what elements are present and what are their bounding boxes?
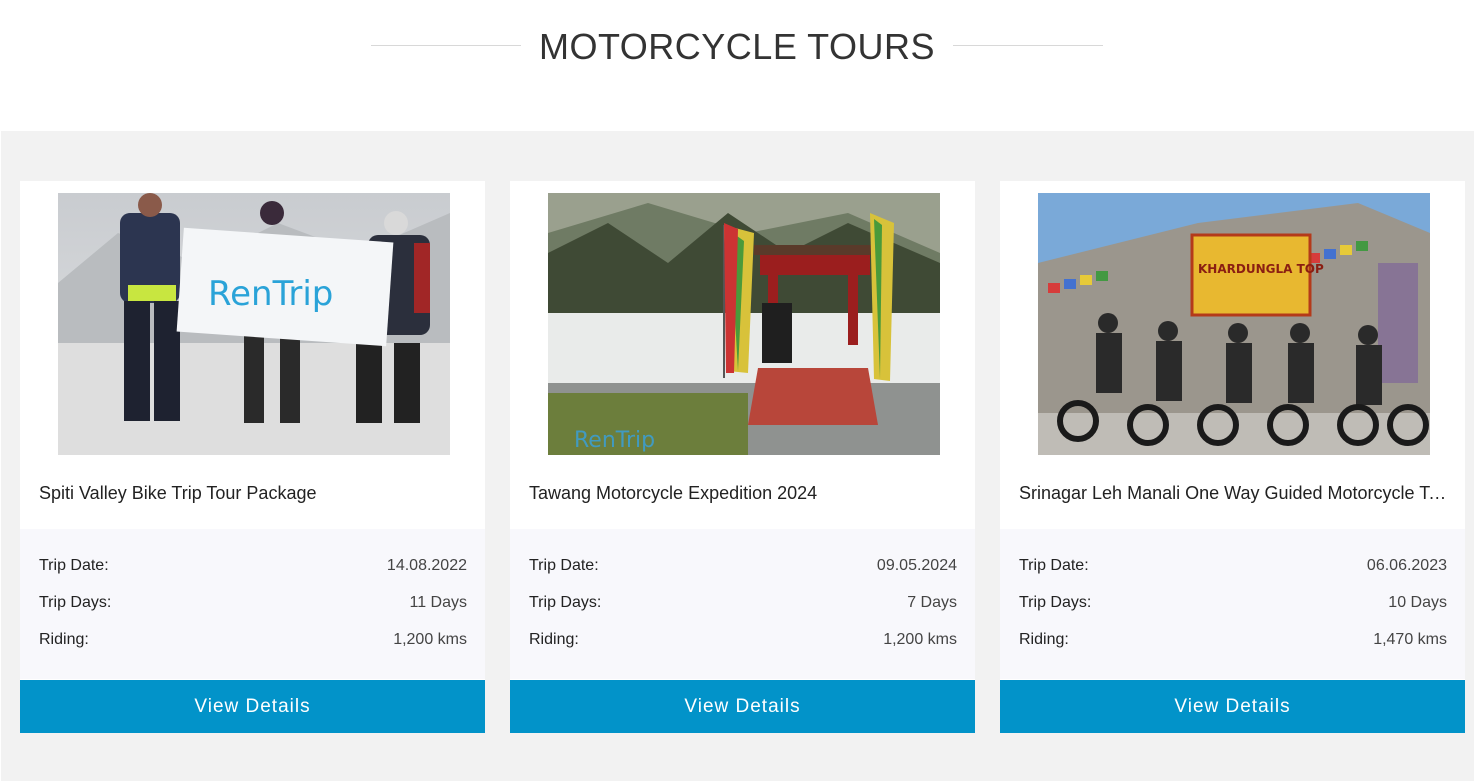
tour-info: Trip Date: 09.05.2024 Trip Days: 7 Days … <box>510 529 975 679</box>
riding-row: Riding: 1,200 kms <box>39 631 467 649</box>
riding-value: 1,200 kms <box>393 631 467 648</box>
tours-grid: RenTrip Spiti Valley Bike Trip Tour Pack… <box>1 131 1474 781</box>
riding-value: 1,200 kms <box>883 631 957 648</box>
trip-days-row: Trip Days: 10 Days <box>1019 594 1447 612</box>
riding-value: 1,470 kms <box>1373 631 1447 648</box>
trip-date-value: 14.08.2022 <box>386 557 467 574</box>
trip-days-row: Trip Days: 11 Days <box>39 594 467 612</box>
trip-date-value: 09.05.2024 <box>876 557 957 574</box>
khardungla-photo-image: KHARDUNGLA TOP <box>1038 193 1430 455</box>
tour-photo[interactable]: RenTrip <box>58 193 450 455</box>
tour-title[interactable]: Spiti Valley Bike Trip Tour Package <box>39 483 469 504</box>
riding-label: Riding: <box>39 631 89 648</box>
riding-label: Riding: <box>529 631 579 648</box>
spiti-photo-image: RenTrip <box>58 193 450 455</box>
section-title: MOTORCYCLE TOURS <box>0 26 1474 68</box>
trip-days-value: 7 Days <box>907 594 957 611</box>
trip-days-label: Trip Days: <box>39 594 112 611</box>
sign-text: KHARDUNGLA TOP <box>1198 262 1324 276</box>
tour-photo[interactable]: KHARDUNGLA TOP <box>1038 193 1430 455</box>
title-divider-left <box>370 44 521 46</box>
riding-row: Riding: 1,200 kms <box>529 631 957 649</box>
tour-photo[interactable]: RenTrip <box>548 193 940 455</box>
title-divider-right <box>953 44 1104 46</box>
view-details-button[interactable]: View Details <box>510 680 975 733</box>
trip-days-label: Trip Days: <box>1019 594 1092 611</box>
section-header: MOTORCYCLE TOURS <box>0 0 1474 131</box>
view-details-button[interactable]: View Details <box>20 680 485 733</box>
banner-logo-text: RenTrip <box>208 274 333 314</box>
watermark-text: RenTrip <box>574 428 655 453</box>
view-details-button[interactable]: View Details <box>1000 680 1465 733</box>
trip-date-row: Trip Date: 06.06.2023 <box>1019 557 1447 575</box>
trip-days-value: 10 Days <box>1388 594 1447 611</box>
trip-date-label: Trip Date: <box>1019 557 1089 574</box>
trip-days-value: 11 Days <box>409 594 467 611</box>
riding-row: Riding: 1,470 kms <box>1019 631 1447 649</box>
tour-info: Trip Date: 14.08.2022 Trip Days: 11 Days… <box>20 529 485 679</box>
riding-label: Riding: <box>1019 631 1069 648</box>
tawang-photo-image: RenTrip <box>548 193 940 455</box>
trip-date-label: Trip Date: <box>529 557 599 574</box>
trip-date-row: Trip Date: 09.05.2024 <box>529 557 957 575</box>
tour-card: RenTrip Tawang Motorcycle Expedition 202… <box>510 181 975 733</box>
trip-date-row: Trip Date: 14.08.2022 <box>39 557 467 575</box>
trip-date-label: Trip Date: <box>39 557 109 574</box>
trip-days-row: Trip Days: 7 Days <box>529 594 957 612</box>
tour-card: KHARDUNGLA TOP Srinagar Leh Manali One W… <box>1000 181 1465 733</box>
tour-info: Trip Date: 06.06.2023 Trip Days: 10 Days… <box>1000 529 1465 679</box>
tour-title[interactable]: Srinagar Leh Manali One Way Guided Motor… <box>1019 483 1449 504</box>
tour-title[interactable]: Tawang Motorcycle Expedition 2024 <box>529 483 959 504</box>
tour-card: RenTrip Spiti Valley Bike Trip Tour Pack… <box>20 181 485 733</box>
trip-days-label: Trip Days: <box>529 594 602 611</box>
section-title-text: MOTORCYCLE TOURS <box>538 26 936 67</box>
trip-date-value: 06.06.2023 <box>1366 557 1447 574</box>
